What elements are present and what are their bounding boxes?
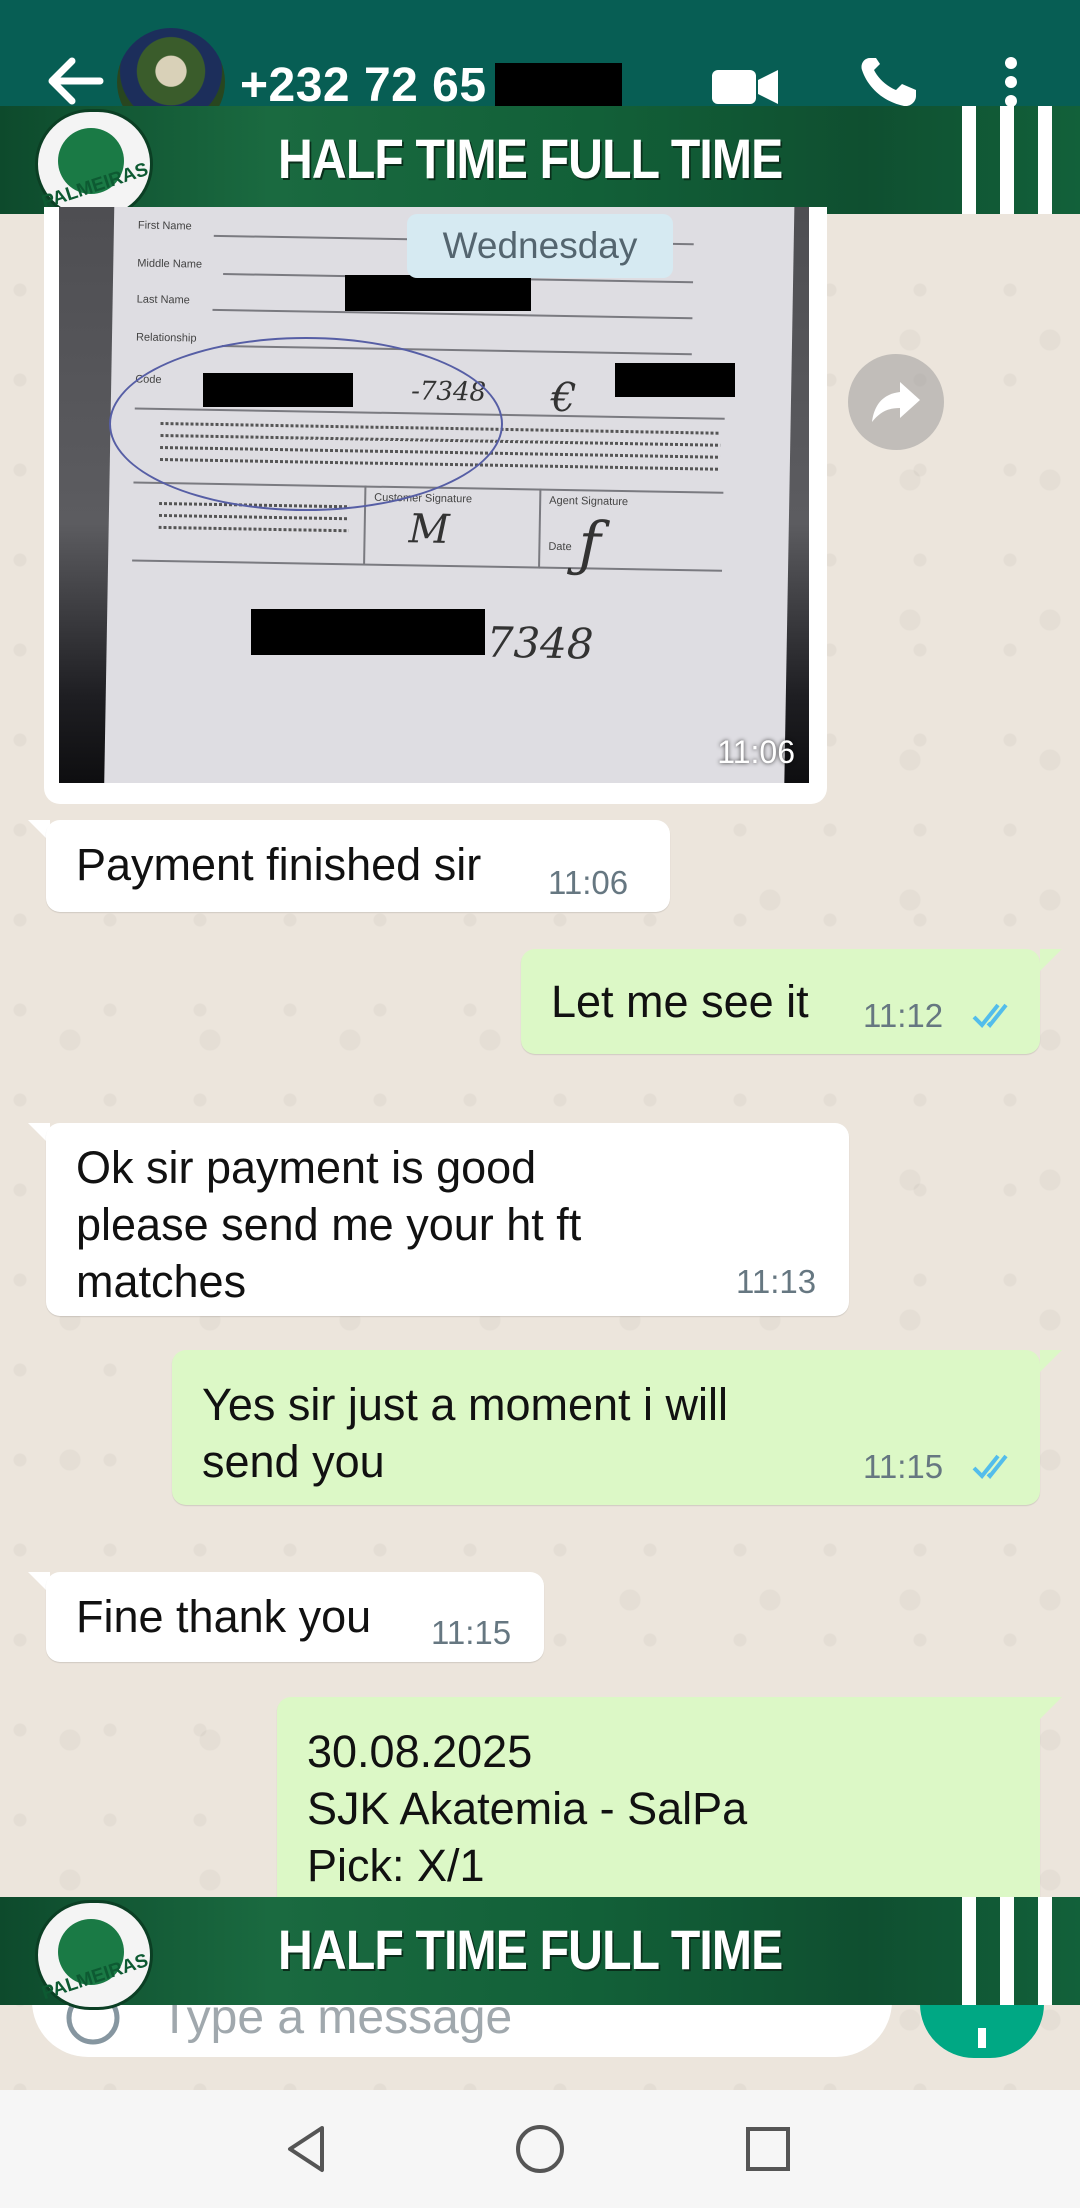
redaction-box bbox=[251, 609, 485, 655]
outgoing-message[interactable]: 30.08.2025 SJK Akatemia - SalPa Pick: X/… bbox=[277, 1697, 1040, 1897]
banner-stripes bbox=[962, 1897, 1080, 2005]
bubble-tail bbox=[1040, 1697, 1062, 1719]
read-ticks-icon bbox=[972, 1454, 1008, 1479]
redaction-box bbox=[495, 63, 622, 107]
half-time-full-time-banner: PALMEIRAS HALF TIME FULL TIME bbox=[0, 106, 1080, 219]
redaction-box bbox=[345, 275, 531, 311]
contact-name[interactable]: +232 72 65 bbox=[240, 58, 487, 113]
banner-title: HALF TIME FULL TIME bbox=[278, 127, 783, 190]
outgoing-message[interactable]: Yes sir just a moment i will send you 11… bbox=[172, 1350, 1040, 1505]
back-arrow-icon[interactable] bbox=[44, 56, 104, 106]
incoming-message[interactable]: Fine thank you 11:15 bbox=[46, 1572, 544, 1662]
nav-recents-icon[interactable] bbox=[745, 2126, 791, 2172]
video-call-icon[interactable] bbox=[712, 68, 778, 106]
date-separator: Wednesday bbox=[407, 214, 673, 278]
phone-icon[interactable] bbox=[858, 56, 922, 108]
banner-title: HALF TIME FULL TIME bbox=[278, 1918, 783, 1981]
redaction-box bbox=[615, 363, 735, 397]
forward-icon bbox=[872, 382, 920, 422]
banner-stripes bbox=[962, 106, 1080, 214]
half-time-full-time-banner: PALMEIRAS HALF TIME FULL TIME bbox=[0, 1897, 1080, 2010]
nav-back-icon[interactable] bbox=[282, 2124, 332, 2174]
chat-header: +232 72 65 bbox=[0, 0, 1080, 136]
read-ticks-icon bbox=[972, 1003, 1008, 1028]
redaction-box bbox=[203, 373, 353, 407]
more-vertical-icon[interactable] bbox=[1004, 56, 1018, 108]
forward-button[interactable] bbox=[848, 354, 944, 450]
bubble-tail bbox=[1040, 949, 1062, 971]
palmeiras-logo: PALMEIRAS bbox=[35, 109, 153, 219]
receipt-photo[interactable]: First Name Middle Name Last Name Relatio… bbox=[59, 207, 809, 783]
message-time: 11:06 bbox=[717, 734, 795, 770]
bubble-tail bbox=[1040, 1350, 1062, 1372]
incoming-message[interactable]: Payment finished sir 11:06 bbox=[46, 820, 670, 912]
nav-home-icon[interactable] bbox=[514, 2123, 566, 2175]
incoming-message[interactable]: Ok sir payment is good please send me yo… bbox=[46, 1123, 849, 1316]
palmeiras-logo: PALMEIRAS bbox=[35, 1900, 153, 2010]
pen-circle bbox=[109, 337, 503, 511]
outgoing-message[interactable]: Let me see it 11:12 bbox=[521, 949, 1040, 1054]
